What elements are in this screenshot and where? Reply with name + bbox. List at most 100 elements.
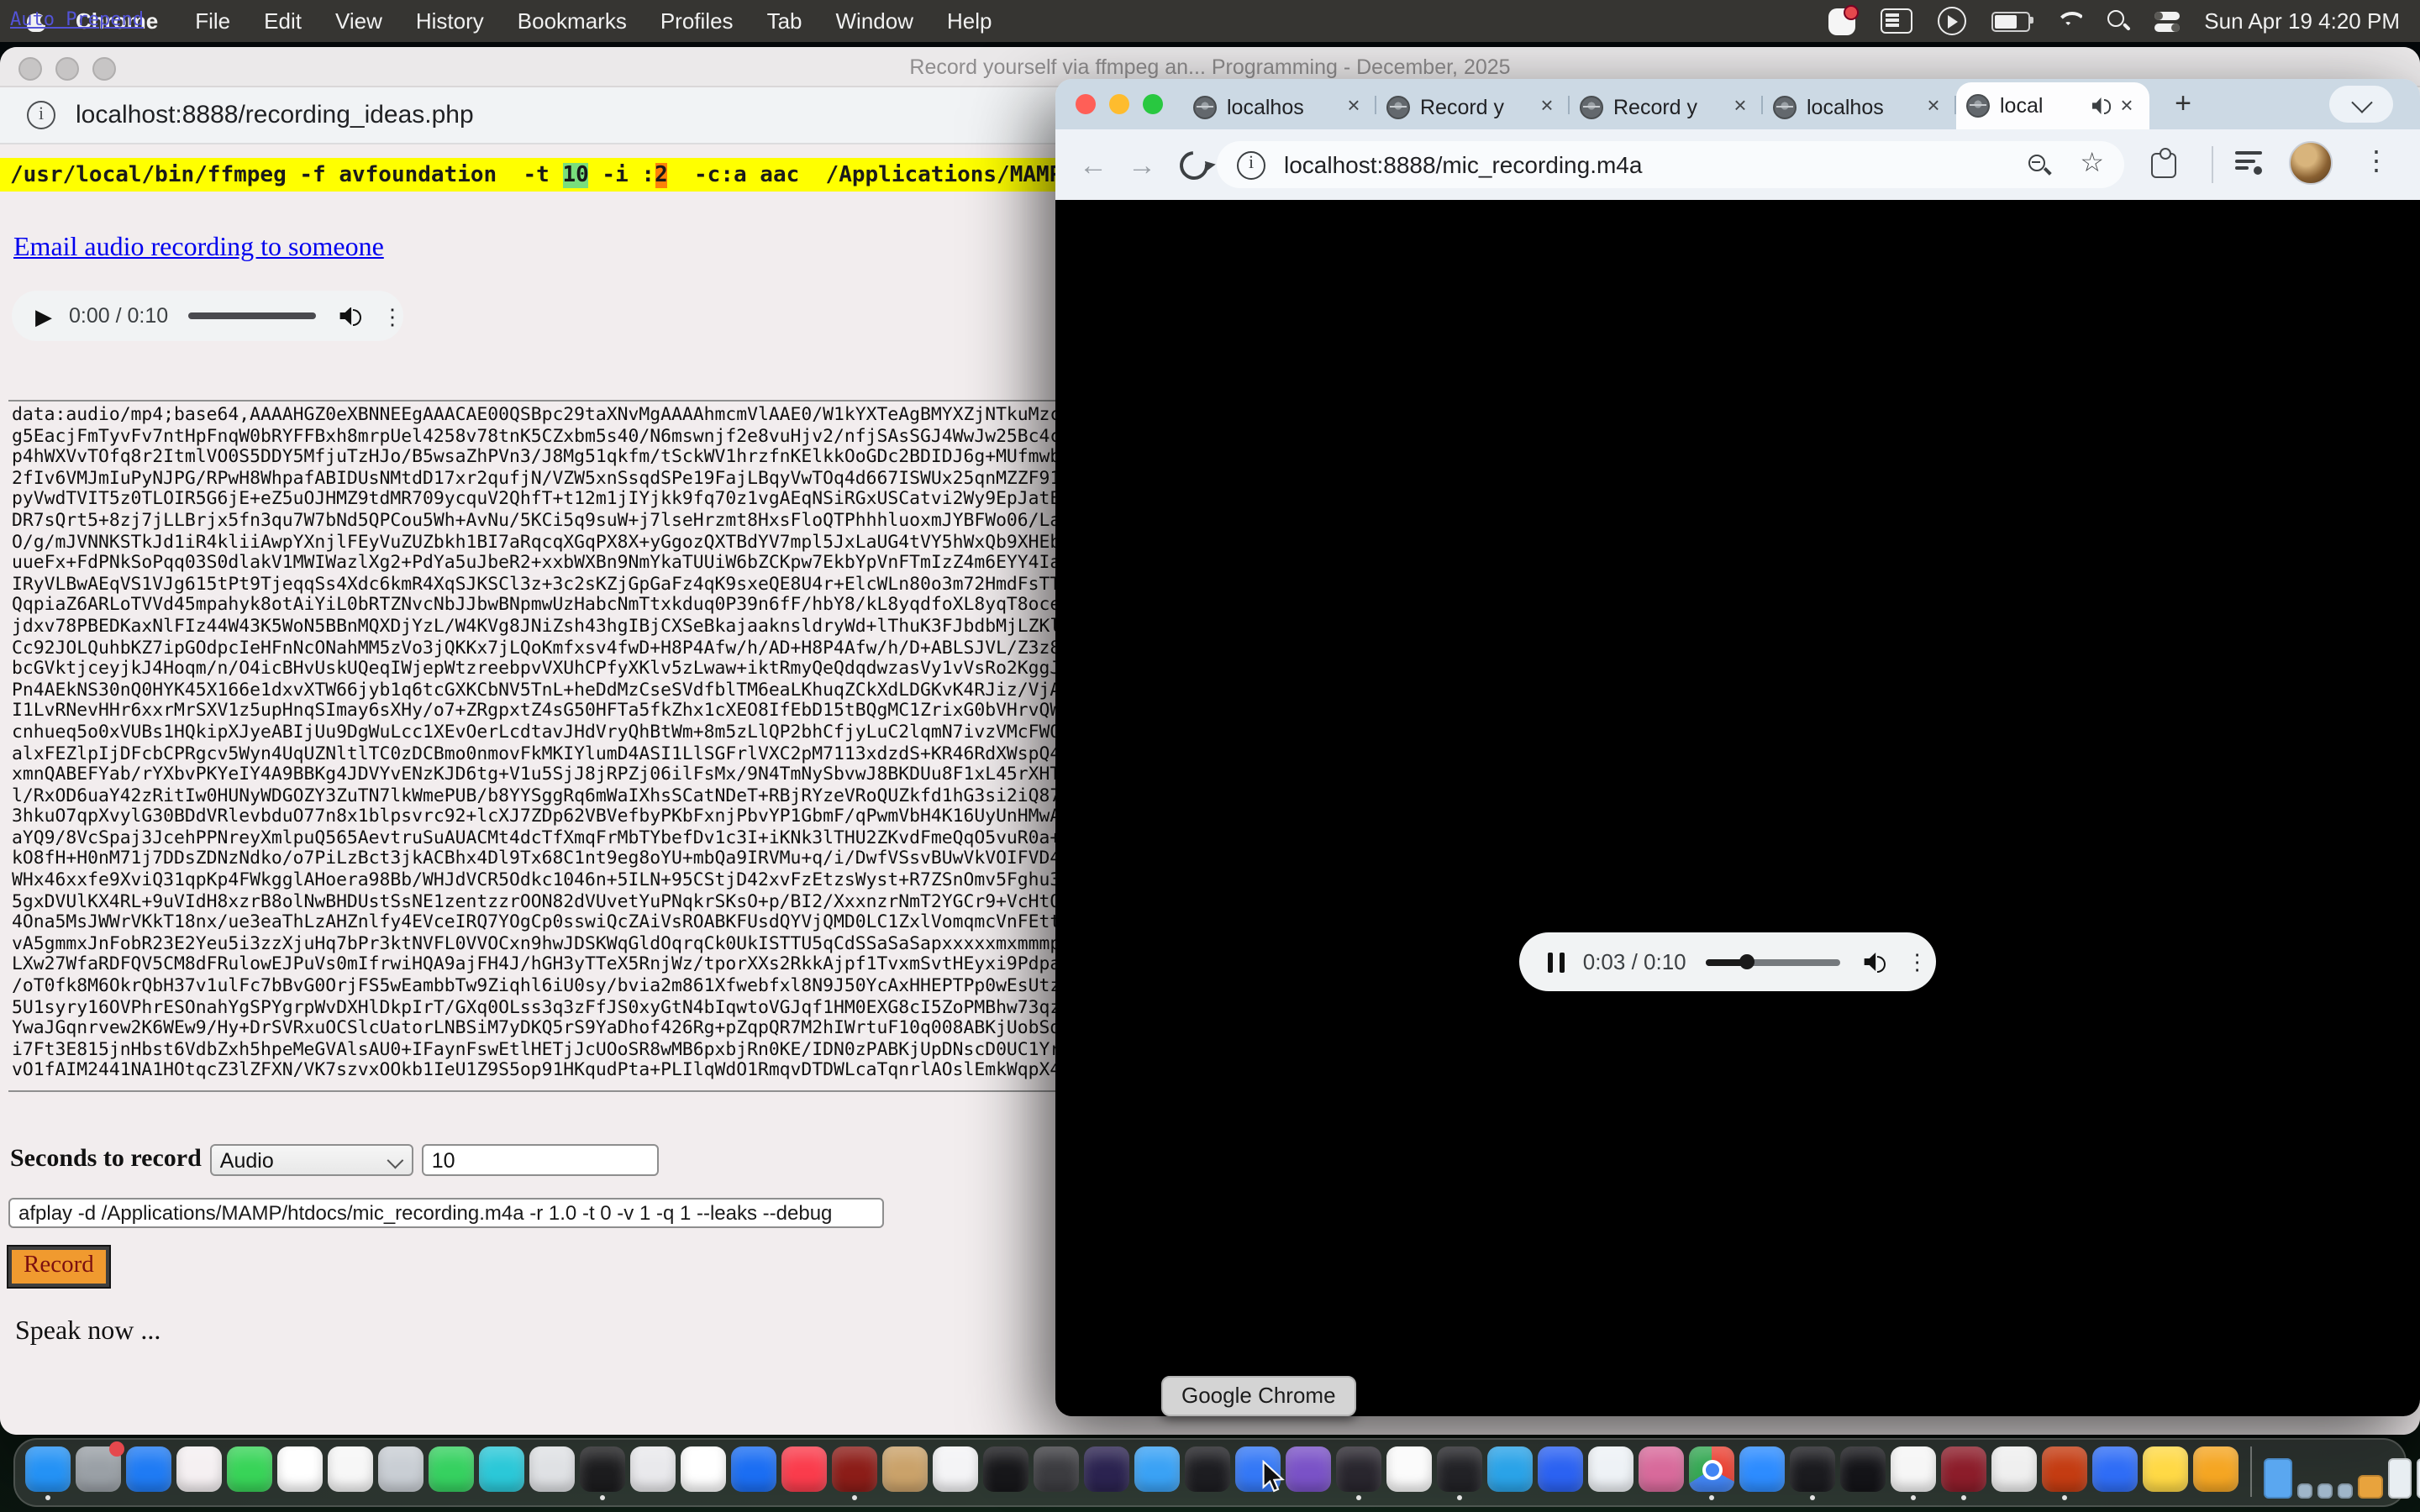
play-icon[interactable]: ▶ (35, 305, 52, 327)
Window[interactable]: Window (819, 8, 931, 34)
dock-icon-white-app[interactable] (1991, 1446, 2037, 1499)
dock-icon-contacts[interactable] (378, 1446, 424, 1499)
dock-icon-gray-app-2[interactable] (529, 1446, 575, 1499)
zoom-out-icon[interactable] (2028, 154, 2049, 176)
dock-icon-mail[interactable] (126, 1446, 171, 1499)
zoom-button[interactable] (92, 56, 116, 80)
dock-thumb-stack[interactable] (2358, 1475, 2383, 1499)
dock-icon-finder[interactable] (25, 1446, 71, 1499)
spotlight-search-icon[interactable] (2107, 10, 2128, 32)
browser-menu-icon[interactable] (2363, 144, 2390, 182)
dock-icon-stickies[interactable] (2143, 1446, 2188, 1499)
media-controls-icon[interactable] (2235, 151, 2262, 175)
dock-icon-github[interactable] (1790, 1446, 1835, 1499)
close-button[interactable] (18, 56, 42, 80)
dock-icon-blue-v-app[interactable] (2092, 1446, 2138, 1499)
extensions-icon[interactable] (2151, 153, 2176, 178)
tab-close-icon[interactable] (1921, 94, 1946, 119)
minimize-button[interactable] (1109, 94, 1129, 114)
Tab[interactable]: Tab (750, 8, 819, 34)
tab-close-icon[interactable] (2114, 93, 2139, 118)
dock-icon-dark-app[interactable] (1034, 1446, 1079, 1499)
seconds-input[interactable]: 10 (422, 1144, 659, 1176)
tab-close-icon[interactable] (1341, 94, 1366, 119)
dock-thumb-mini[interactable] (2338, 1483, 2353, 1499)
tab-close-icon[interactable] (1728, 94, 1753, 119)
back-window-url[interactable]: localhost:8888/recording_ideas.php (76, 101, 474, 129)
new-tab-button[interactable] (2166, 87, 2200, 121)
close-button[interactable] (1076, 94, 1096, 114)
browser-tab[interactable]: localhos (1183, 84, 1376, 129)
stray-auto-prepend-link[interactable]: Auto Prepend (10, 8, 144, 30)
dock-icon-opera[interactable] (1891, 1446, 1936, 1499)
browser-tab[interactable]: local (1956, 82, 2149, 129)
dock-icon-folder-app[interactable] (1588, 1446, 1634, 1499)
dock-icon-chrome[interactable] (1689, 1446, 1734, 1499)
browser-tab[interactable]: localhos (1763, 84, 1956, 129)
dock-icon-palette[interactable] (1639, 1446, 1684, 1499)
dock-icon-brown-box[interactable] (882, 1446, 928, 1499)
dock-icon-app-store[interactable] (731, 1446, 776, 1499)
dock-icon-iphone-mirroring[interactable] (580, 1446, 625, 1499)
dock-icon-launchpad[interactable] (630, 1446, 676, 1499)
zoom-button[interactable] (1143, 94, 1163, 114)
dock-thumb-window[interactable] (2388, 1458, 2412, 1499)
audio-seek-slider[interactable] (188, 312, 316, 319)
View[interactable]: View (318, 8, 399, 34)
dock-icon-facetime[interactable] (429, 1446, 474, 1499)
dock-icon-teal-app[interactable] (479, 1446, 524, 1499)
menubar-app-icon[interactable] (1828, 8, 1854, 34)
dock-icon-gray-app[interactable] (76, 1446, 121, 1499)
dock-icon-filezilla[interactable] (832, 1446, 877, 1499)
wifi-icon[interactable] (2054, 11, 2081, 31)
dock-icon-notes[interactable] (681, 1446, 726, 1499)
forward-button[interactable]: → (1128, 150, 1156, 179)
dock-icon-dark-red-app[interactable] (1941, 1446, 1986, 1499)
menu-bar-clock[interactable]: Sun Apr 19 4:20 PM (2204, 8, 2400, 34)
keyboard-window-icon[interactable] (1880, 8, 1912, 34)
dock-icon-terminal[interactable] (1437, 1446, 1482, 1499)
battery-icon[interactable] (1991, 11, 2029, 31)
Bookmarks[interactable]: Bookmarks (501, 8, 644, 34)
dock-icon-calendar[interactable] (328, 1446, 373, 1499)
dock-icon-music[interactable] (781, 1446, 827, 1499)
volume-icon[interactable] (1865, 953, 1886, 971)
window-controls-inactive[interactable] (18, 56, 116, 80)
dock-icon-firefox[interactable] (1084, 1446, 1129, 1499)
dock-icon-purple-app[interactable] (1286, 1446, 1331, 1499)
back-button[interactable]: ← (1079, 150, 1107, 179)
minimize-button[interactable] (55, 56, 79, 80)
page-audio-player[interactable]: ▶ 0:00 / 0:10 (12, 291, 403, 341)
playback-icon[interactable] (1937, 7, 1965, 35)
dock-thumb-mini[interactable] (2317, 1483, 2333, 1499)
dock-icon-affinity[interactable] (1840, 1446, 1886, 1499)
dock-icon-orange-app[interactable] (2193, 1446, 2238, 1499)
Help[interactable]: Help (930, 8, 1009, 34)
dock-icon-photos-alt[interactable] (277, 1446, 323, 1499)
bookmark-star-icon[interactable] (2080, 151, 2104, 178)
dock-icon-bear[interactable] (1185, 1446, 1230, 1499)
dock-icon-calendar-19[interactable] (1386, 1446, 1432, 1499)
reload-button[interactable] (1174, 144, 1214, 185)
pause-icon[interactable] (1548, 952, 1565, 972)
dock-icon-orange-red-app[interactable] (2042, 1446, 2087, 1499)
dock-icon-telegram[interactable] (1487, 1446, 1533, 1499)
browser-tab[interactable]: Record y (1376, 84, 1570, 129)
dock-icon-news[interactable] (933, 1446, 978, 1499)
dock-icon-messages[interactable] (227, 1446, 272, 1499)
record-button[interactable]: Record (8, 1247, 109, 1287)
browser-tab[interactable]: Record y (1570, 84, 1763, 129)
address-bar[interactable]: localhost:8888/mic_recording.m4a (1217, 141, 2124, 188)
volume-icon[interactable] (340, 307, 361, 325)
profile-avatar[interactable] (2289, 141, 2333, 185)
dock-thumb-window[interactable] (2417, 1458, 2420, 1499)
site-info-icon[interactable] (1237, 150, 1265, 179)
tab-search-button[interactable] (2329, 86, 2393, 123)
media-audio-player[interactable]: 0:03 / 0:10 (1519, 932, 1936, 991)
media-type-select[interactable]: Audio (210, 1144, 413, 1176)
afplay-command-input[interactable]: afplay -d /Applications/MAMP/htdocs/mic_… (8, 1198, 884, 1228)
dock-icon-safari[interactable] (1134, 1446, 1180, 1499)
dock-icon-dark-purple-app[interactable] (1336, 1446, 1381, 1499)
audio-menu-icon[interactable] (1907, 951, 1928, 973)
tab-audio-icon[interactable] (2092, 97, 2111, 114)
